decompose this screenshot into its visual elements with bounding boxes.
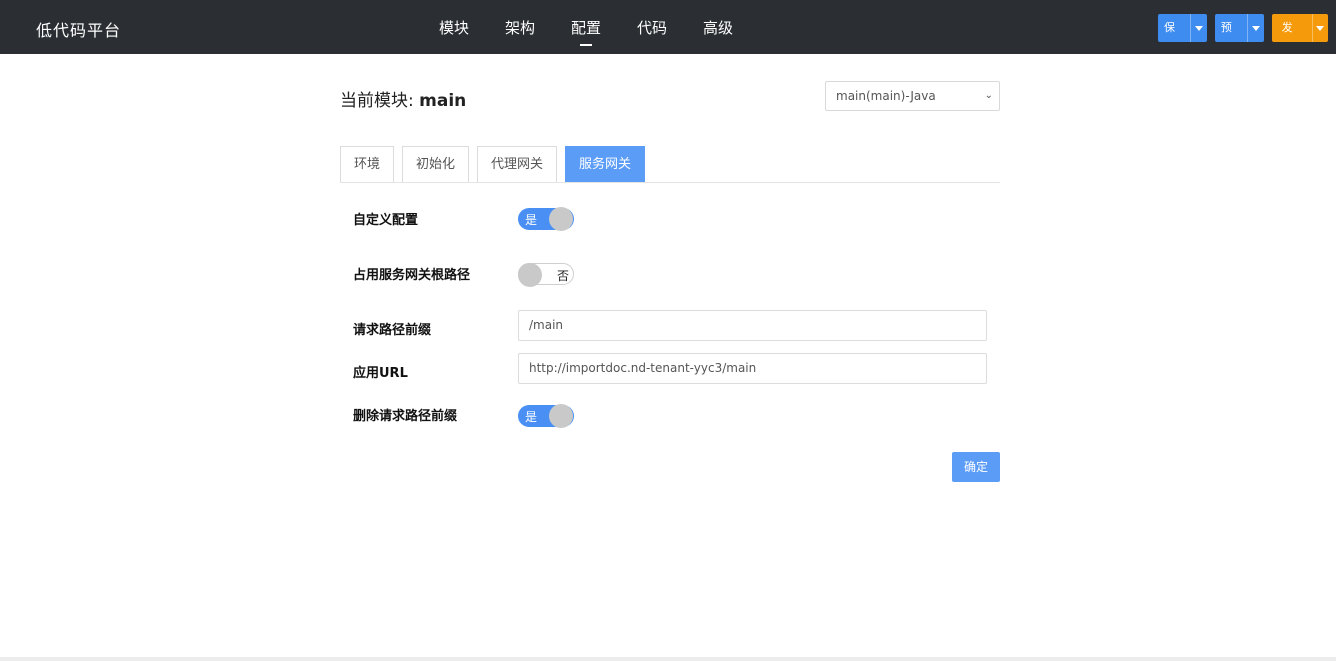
strip-prefix-toggle-text: 是 — [525, 410, 538, 424]
preview-button-label: 预览 — [1220, 21, 1232, 34]
publish-button[interactable]: 发布 — [1271, 14, 1328, 42]
strip-prefix-toggle[interactable]: 是 — [518, 404, 574, 428]
preview-dropdown-toggle[interactable] — [1247, 14, 1264, 42]
path-prefix-input[interactable]: /main — [518, 310, 987, 341]
toggle-knob — [518, 263, 542, 287]
publish-dropdown-toggle[interactable] — [1311, 14, 1328, 42]
custom-config-toggle[interactable]: 是 — [518, 207, 574, 231]
top-navbar: 低代码平台 模块 架构 配置 代码 高级 保存 预览 发布 — [0, 0, 1336, 54]
strip-prefix-label: 删除请求路径前缀 — [353, 409, 458, 424]
custom-config-label: 自定义配置 — [353, 213, 419, 228]
caret-down-icon — [1251, 25, 1260, 31]
save-button-label: 保存 — [1164, 21, 1175, 34]
bottom-scrollbar[interactable] — [0, 657, 1336, 661]
tab-proxy-gateway[interactable]: 代理网关 — [477, 146, 558, 182]
nav-item-config[interactable]: 配置 — [571, 0, 637, 54]
save-button[interactable]: 保存 — [1158, 14, 1207, 42]
module-name: main — [419, 91, 467, 111]
module-select[interactable]: main(main)-Java ⌄ — [825, 81, 1000, 111]
main-nav: 模块 架构 配置 代码 高级 — [439, 0, 769, 54]
toggle-knob — [549, 404, 573, 428]
module-select-value: main(main)-Java — [836, 89, 936, 103]
app-title: 低代码平台 — [36, 21, 122, 40]
tab-initialization[interactable]: 初始化 — [402, 146, 470, 182]
toggle-knob — [549, 207, 573, 231]
app-url-label: 应用URL — [353, 366, 408, 381]
action-buttons: 保存 预览 发布 — [1158, 14, 1336, 42]
occupy-root-label: 占用服务网关根路径 — [353, 268, 471, 283]
occupy-root-toggle-text: 否 — [557, 269, 570, 283]
nav-item-code[interactable]: 代码 — [637, 0, 703, 54]
publish-button-label: 发布 — [1281, 21, 1293, 34]
chevron-down-icon: ⌄ — [984, 90, 993, 101]
confirm-button[interactable]: 确定 — [952, 452, 1000, 482]
app-url-input[interactable]: http://importdoc.nd-tenant-yyc3/main — [518, 353, 987, 384]
tab-service-gateway[interactable]: 服务网关 — [565, 146, 646, 182]
module-title-prefix: 当前模块: — [340, 91, 420, 111]
tab-environment[interactable]: 环境 — [340, 146, 395, 182]
preview-button[interactable]: 预览 — [1214, 14, 1264, 42]
nav-item-advanced[interactable]: 高级 — [703, 0, 769, 54]
path-prefix-label: 请求路径前缀 — [353, 323, 432, 338]
caret-down-icon — [1195, 25, 1204, 31]
custom-config-toggle-text: 是 — [525, 213, 538, 227]
occupy-root-toggle[interactable]: 否 — [518, 263, 574, 287]
caret-down-icon — [1316, 25, 1325, 31]
nav-item-modules[interactable]: 模块 — [439, 0, 505, 54]
page-title: 当前模块: main — [340, 86, 466, 111]
nav-item-architecture[interactable]: 架构 — [505, 0, 571, 54]
save-dropdown-toggle[interactable] — [1190, 14, 1207, 42]
config-tabs: 环境 初始化 代理网关 服务网关 — [340, 146, 1000, 183]
